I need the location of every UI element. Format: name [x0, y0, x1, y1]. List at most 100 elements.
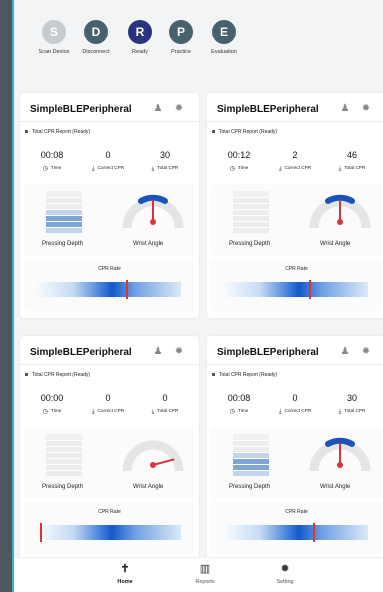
time-value: 00:08 [40, 150, 64, 160]
time-value: 00:12 [227, 150, 251, 160]
clock-icon: ◷ [42, 166, 48, 172]
clock-icon: ◷ [229, 409, 235, 415]
cpr-rate-label: CPR Rate [285, 509, 308, 515]
wrist-angle-label: Wrist Angle [320, 484, 351, 490]
download-icon: ⤓ [91, 409, 95, 415]
cpr-rate-panel: CPR Rate [24, 259, 195, 311]
bottom-navigation: ✝ Home ▥ Reports ✹ Setting [14, 557, 383, 592]
download-icon: ⤓ [151, 409, 155, 415]
step-icon-d: D [84, 20, 108, 44]
settings-gear-icon[interactable]: ✹ [360, 103, 372, 115]
correct-cpr-value: 0 [292, 393, 298, 403]
cpr-rate-panel: CPR Rate [24, 502, 195, 554]
pressing-depth-label: Pressing Depth [42, 241, 84, 247]
total-cpr-label: ⤓ Total CPR [338, 165, 366, 172]
device-card: SimpleBLEPeripheral ♟ ✹ Total CPR Report… [207, 93, 383, 318]
nav-setting-label: Setting [276, 579, 294, 585]
bell-icon[interactable]: ♟ [152, 103, 164, 115]
download-icon: ⤓ [338, 166, 342, 172]
pressing-depth-indicator [46, 434, 82, 476]
clock-icon: ◷ [229, 166, 235, 172]
cpr-report-label: Total CPR Report (Ready) [24, 129, 91, 135]
correct-cpr-value: 0 [105, 393, 111, 403]
gauge-pivot [150, 462, 156, 468]
clock-icon: ◷ [42, 409, 48, 415]
chart-icon: ▥ [199, 563, 211, 575]
settings-gear-icon[interactable]: ✹ [173, 346, 185, 358]
time-label: ◷ Time [42, 408, 62, 415]
step-label: Ready [132, 49, 148, 55]
step-ready[interactable]: R Ready [118, 20, 162, 55]
cpr-rate-label: CPR Rate [98, 266, 121, 272]
time-label: ◷ Time [229, 408, 249, 415]
device-title: SimpleBLEPeripheral [30, 347, 132, 358]
correct-cpr-label: ⤓ Correct CPR [278, 408, 312, 415]
pressing-depth-indicator [46, 191, 82, 233]
wrist-angle-gauge [309, 437, 371, 472]
current-values-panel: Pressing Depth Wrist Angle [211, 184, 382, 256]
step-icon-s: S [42, 20, 66, 44]
cpr-rate-panel: CPR Rate [211, 259, 382, 311]
cpr-report-label: Total CPR Report (Ready) [24, 372, 91, 378]
cpr-rate-marker [126, 280, 129, 299]
correct-cpr-label: ⤓ Correct CPR [91, 408, 125, 415]
nav-reports-label: Reports [195, 579, 215, 585]
pressing-depth-label: Pressing Depth [42, 484, 84, 490]
step-label: Scan Device [38, 49, 70, 55]
device-title: SimpleBLEPeripheral [217, 347, 319, 358]
step-disconnect[interactable]: D Disconnect [74, 20, 118, 55]
step-icon-r: R [128, 20, 152, 44]
download-icon: ⤓ [91, 166, 95, 172]
gauge-pivot [337, 462, 343, 468]
download-icon: ⤓ [338, 409, 342, 415]
wrist-angle-label: Wrist Angle [320, 241, 351, 247]
wrist-angle-gauge [309, 194, 371, 229]
bell-icon[interactable]: ♟ [339, 103, 351, 115]
current-values-panel: Pressing Depth Wrist Angle [211, 427, 382, 499]
pressing-depth-indicator [233, 191, 269, 233]
bell-icon[interactable]: ♟ [339, 346, 351, 358]
step-label: Disconnect [82, 49, 110, 55]
nav-reports[interactable]: ▥ Reports [180, 563, 230, 585]
step-scan-device[interactable]: S Scan Device [32, 20, 76, 55]
divider [20, 121, 199, 122]
nav-home[interactable]: ✝ Home [100, 563, 150, 585]
correct-cpr-value: 2 [292, 150, 298, 160]
gauge-needle [152, 458, 175, 466]
total-cpr-value: 46 [346, 150, 357, 160]
depth-segment [233, 470, 269, 476]
nav-setting[interactable]: ✹ Setting [260, 563, 310, 585]
wrist-angle-gauge [122, 440, 184, 472]
settings-gear-icon[interactable]: ✹ [360, 346, 372, 358]
cpr-rate-panel: CPR Rate [211, 502, 382, 554]
current-values-panel: Pressing Depth Wrist Angle [24, 427, 195, 499]
correct-cpr-label: ⤓ Correct CPR [278, 165, 312, 172]
person-icon: ✝ [120, 563, 130, 575]
step-label: Evaluation [211, 49, 237, 55]
cpr-report-label: Total CPR Report (Ready) [211, 372, 278, 378]
step-evaluation[interactable]: E Evaluation [202, 20, 246, 55]
step-practice[interactable]: P Practice [159, 20, 203, 55]
correct-cpr-value: 0 [105, 150, 111, 160]
cpr-rate-bar [224, 523, 368, 542]
time-label: ◷ Time [229, 165, 249, 172]
time-value: 00:08 [227, 393, 251, 403]
divider [207, 121, 383, 122]
settings-gear-icon[interactable]: ✹ [173, 103, 185, 115]
depth-segment [233, 227, 269, 233]
gauge-pivot [337, 219, 343, 225]
current-values-panel: Pressing Depth Wrist Angle [24, 184, 195, 256]
cpr-rate-bar [224, 280, 368, 299]
total-cpr-value: 30 [159, 150, 170, 160]
connection-steps: S Scan Device D Disconnect R Ready P Practic… [14, 20, 383, 70]
cpr-rate-bar [37, 523, 181, 542]
app-window: S Scan Device D Disconnect R Ready P Practic… [12, 0, 383, 592]
cpr-report-label: Total CPR Report (Ready) [211, 129, 278, 135]
bell-icon[interactable]: ♟ [152, 346, 164, 358]
total-cpr-label: ⤓ Total CPR [338, 408, 366, 415]
divider [20, 364, 199, 365]
gauge-pivot [150, 219, 156, 225]
total-cpr-label: ⤓ Total CPR [151, 165, 179, 172]
cpr-rate-marker [39, 523, 42, 542]
cpr-rate-label: CPR Rate [98, 509, 121, 515]
